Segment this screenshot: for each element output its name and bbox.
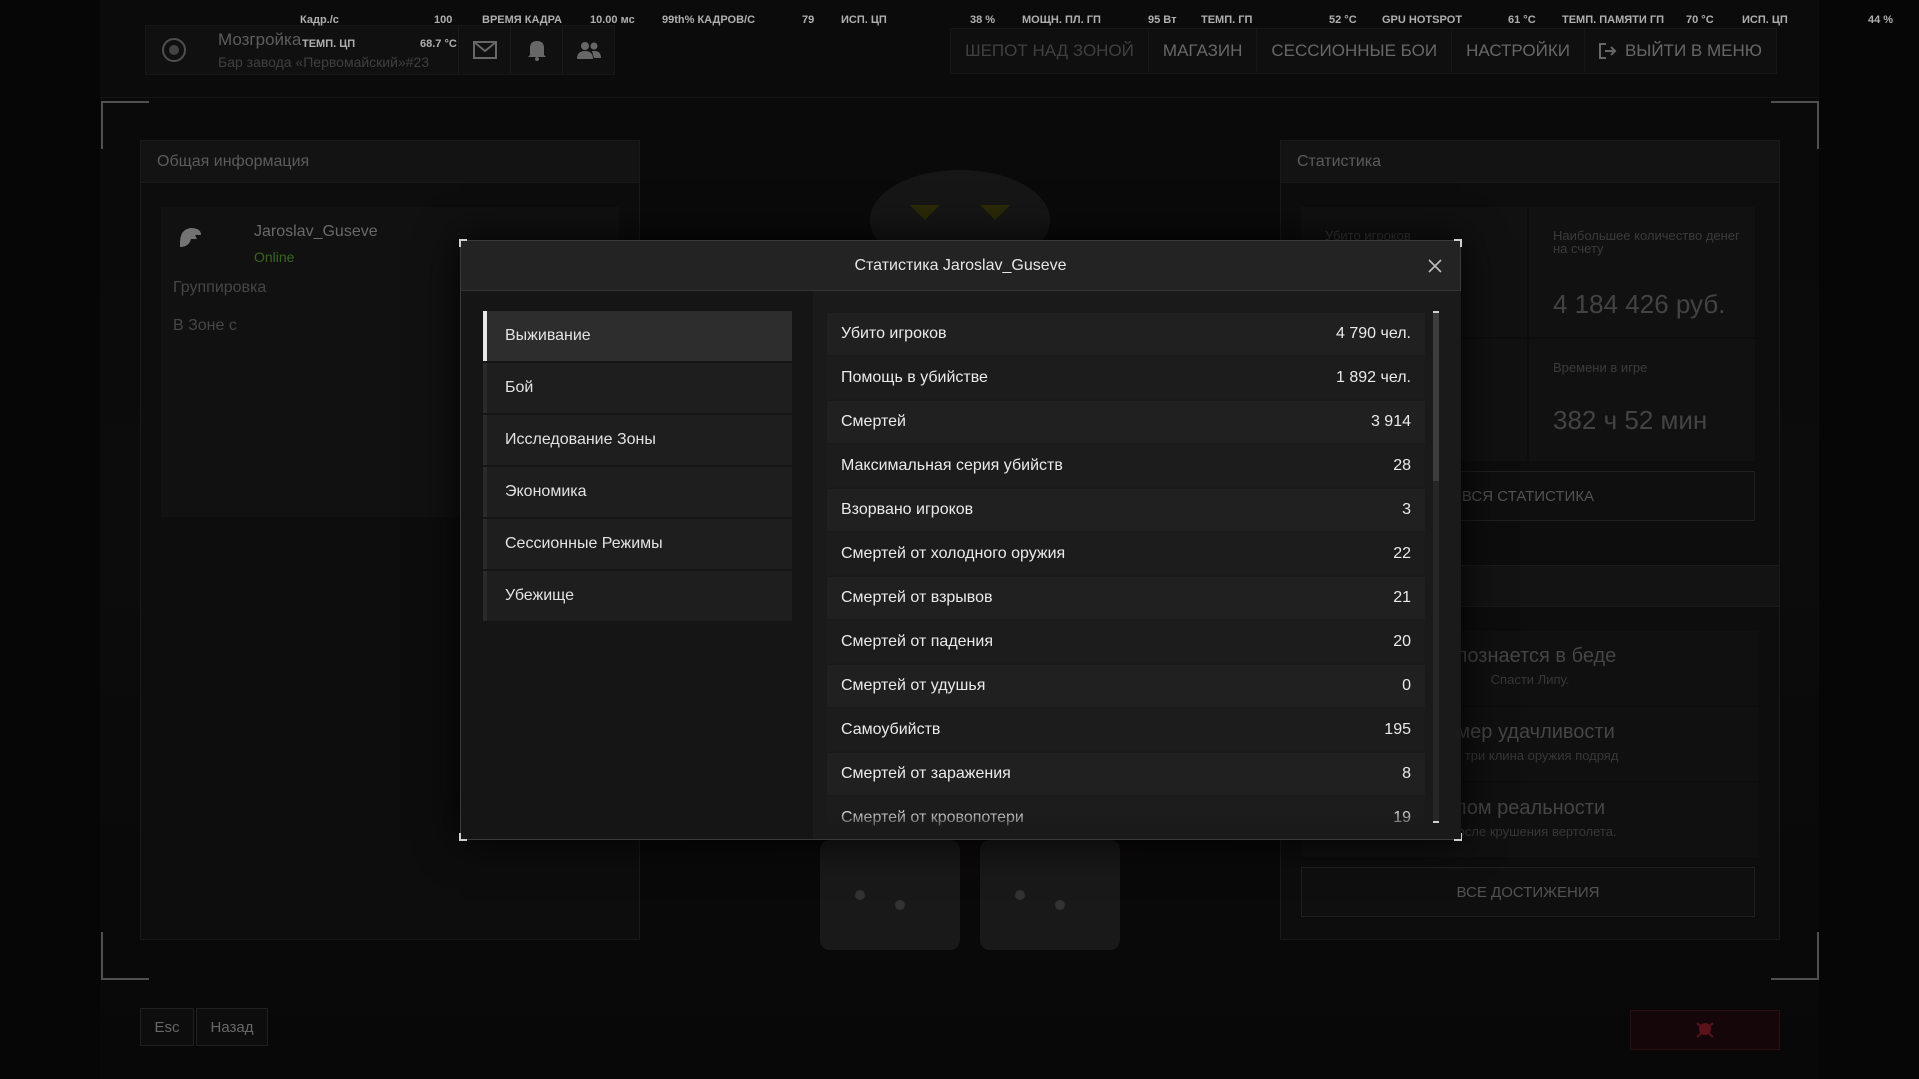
stat-label: Взорвано игроков xyxy=(841,501,974,518)
category-economy[interactable]: Экономика xyxy=(483,467,792,517)
stat-row: Смертей от падения 20 xyxy=(827,621,1425,663)
category-zone-exploration[interactable]: Исследование Зоны xyxy=(483,415,792,465)
stat-value: 0 xyxy=(1402,677,1411,694)
stat-label: Смертей от холодного оружия xyxy=(841,545,1066,562)
category-combat[interactable]: Бой xyxy=(483,363,792,413)
stat-row: Смертей от удушья 0 xyxy=(827,665,1425,707)
stat-row: Убито игроков 4 790 чел. xyxy=(827,313,1425,355)
stat-row: Смертей от холодного оружия 22 xyxy=(827,533,1425,575)
stat-row: Максимальная серия убийств 28 xyxy=(827,445,1425,487)
stat-label: Смертей xyxy=(841,413,906,430)
stat-label: Максимальная серия убийств xyxy=(841,457,1063,474)
stat-row: Взорвано игроков 3 xyxy=(827,489,1425,531)
stat-value: 3 xyxy=(1402,501,1411,518)
stat-row: Смертей от заражения 8 xyxy=(827,753,1425,795)
stat-row: Самоубийств 195 xyxy=(827,709,1425,751)
stat-value: 21 xyxy=(1393,589,1411,606)
stat-label: Самоубийств xyxy=(841,721,941,738)
stat-row: Смертей 3 914 xyxy=(827,401,1425,443)
stat-label: Смертей от взрывов xyxy=(841,589,993,606)
category-survival[interactable]: Выживание xyxy=(483,311,792,361)
stat-row: Смертей от взрывов 21 xyxy=(827,577,1425,619)
stat-label: Смертей от заражения xyxy=(841,765,1011,782)
modal-close-button[interactable] xyxy=(1424,255,1446,277)
category-session-modes[interactable]: Сессионные Режимы xyxy=(483,519,792,569)
scrollbar-cap xyxy=(1433,821,1439,823)
category-list: Выживание Бой Исследование Зоны Экономик… xyxy=(483,311,792,623)
close-icon xyxy=(1428,259,1442,273)
stat-value: 3 914 xyxy=(1370,413,1411,430)
stat-label: Убито игроков xyxy=(841,325,947,342)
stat-label: Смертей от удушья xyxy=(841,677,986,694)
stat-value: 1 892 чел. xyxy=(1336,369,1411,386)
stats-modal: Статистика Jaroslav_Guseve Выживание Бой… xyxy=(459,239,1462,841)
category-shelter[interactable]: Убежище xyxy=(483,571,792,621)
stat-value: 195 xyxy=(1384,721,1411,738)
stat-value: 22 xyxy=(1393,545,1411,562)
stat-label: Помощь в убийстве xyxy=(841,369,988,386)
scrollbar-thumb[interactable] xyxy=(1433,313,1439,481)
list-fade xyxy=(813,809,1461,839)
stat-value: 28 xyxy=(1393,457,1411,474)
modal-corner xyxy=(459,833,467,841)
stat-value: 20 xyxy=(1393,633,1411,650)
modal-title: Статистика Jaroslav_Guseve xyxy=(461,241,1460,291)
stats-list[interactable]: Убито игроков 4 790 чел. Помощь в убийстве… xyxy=(813,291,1461,839)
stat-label: Смертей от падения xyxy=(841,633,993,650)
stats-scrollbar[interactable] xyxy=(1433,311,1439,823)
stat-value: 4 790 чел. xyxy=(1336,325,1411,342)
stat-value: 8 xyxy=(1402,765,1411,782)
stat-row: Помощь в убийстве 1 892 чел. xyxy=(827,357,1425,399)
